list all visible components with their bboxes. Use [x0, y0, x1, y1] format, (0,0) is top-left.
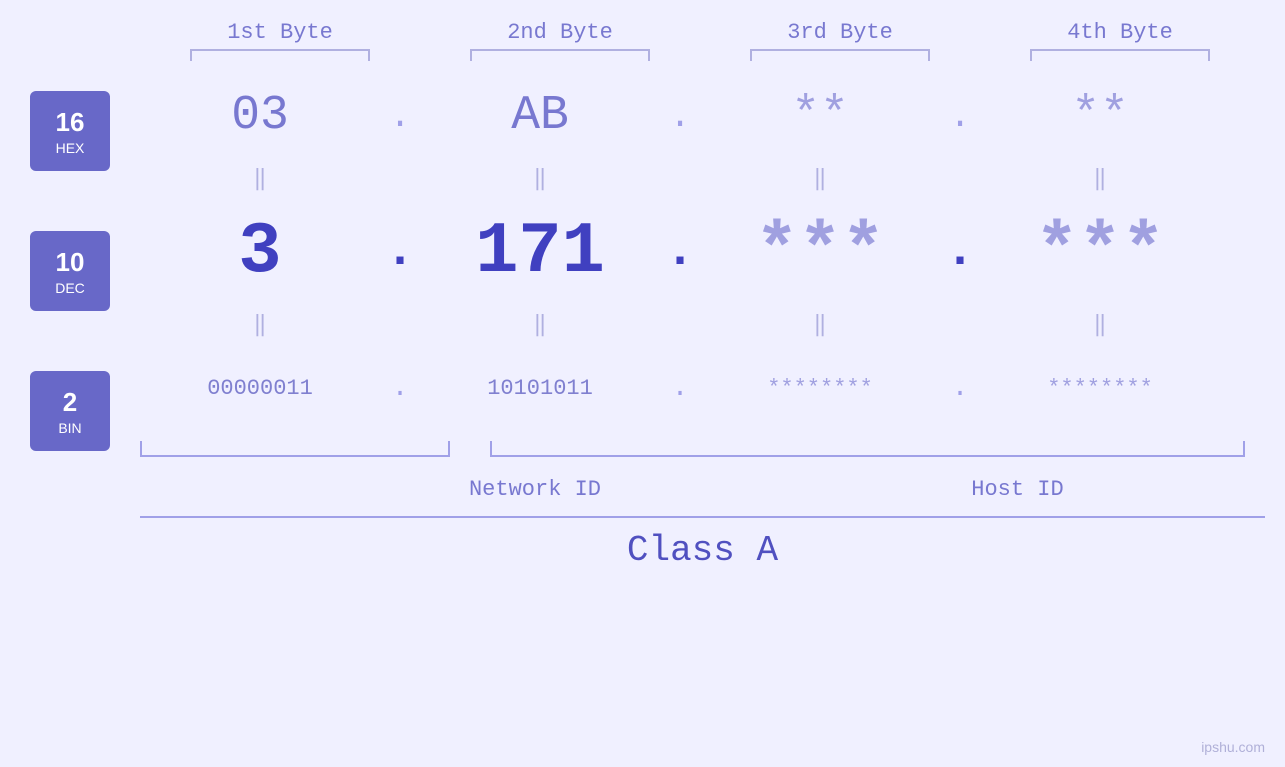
bracket-b3 [750, 49, 930, 61]
bin-sep3: . [952, 373, 969, 404]
hex-sep2: . [669, 96, 691, 137]
equals-row-1: ‖ ‖ ‖ ‖ [140, 161, 1265, 197]
values-area: 03 . AB . ** . ** [140, 71, 1265, 571]
hex-b1: 03 [231, 89, 289, 143]
main-container: 1st Byte 2nd Byte 3rd Byte 4th Byte 16 H… [0, 0, 1285, 767]
bin-sep2: . [672, 373, 689, 404]
hex-b4: ** [1071, 89, 1129, 143]
hex-row: 03 . AB . ** . ** [140, 71, 1265, 161]
bin-b4: ******** [1047, 376, 1153, 401]
bracket-b4 [1030, 49, 1210, 61]
hex-b2: AB [511, 89, 569, 143]
dec-sep3: . [945, 223, 975, 280]
network-id-label: Network ID [300, 477, 770, 502]
dec-badge: 10 DEC [30, 231, 110, 311]
hex-badge: 16 HEX [30, 91, 110, 171]
dec-row: 3 . 171 . *** . *** [140, 197, 1265, 307]
bin-row: 00000011 . 10101011 . ******** . [140, 343, 1265, 433]
bin-label: BIN [58, 420, 81, 436]
header-row: 1st Byte 2nd Byte 3rd Byte 4th Byte [0, 20, 1285, 45]
bin-b3: ******** [767, 376, 873, 401]
hex-b3: ** [791, 89, 849, 143]
network-bracket [140, 441, 450, 457]
top-brackets [0, 49, 1285, 61]
bracket-b1 [190, 49, 370, 61]
id-labels-row: Network ID Host ID [140, 477, 1265, 502]
hex-number: 16 [56, 107, 85, 138]
eq1-b4: ‖ [1093, 166, 1106, 192]
bottom-brackets [140, 441, 1265, 471]
dec-label: DEC [55, 280, 85, 296]
dec-b2: 171 [475, 211, 605, 293]
dec-b4: *** [1035, 211, 1165, 293]
dec-b1: 3 [238, 211, 281, 293]
base-labels-column: 16 HEX 10 DEC 2 BIN [30, 91, 110, 451]
bin-b2: 10101011 [487, 376, 593, 401]
host-id-label: Host ID [770, 477, 1265, 502]
byte1-label: 1st Byte [160, 20, 400, 45]
hex-sep3: . [949, 96, 971, 137]
bin-number: 2 [63, 387, 77, 418]
hex-sep1: . [389, 96, 411, 137]
class-divider [140, 516, 1265, 518]
bin-b1: 00000011 [207, 376, 313, 401]
eq2-b3: ‖ [813, 312, 826, 338]
eq1-b3: ‖ [813, 166, 826, 192]
host-bracket [490, 441, 1245, 457]
bracket-b2 [470, 49, 650, 61]
main-grid: 16 HEX 10 DEC 2 BIN 03 . [0, 71, 1285, 571]
hex-label: HEX [56, 140, 85, 156]
eq2-b4: ‖ [1093, 312, 1106, 338]
equals-row-2: ‖ ‖ ‖ ‖ [140, 307, 1265, 343]
class-label: Class A [627, 530, 778, 571]
watermark: ipshu.com [1201, 739, 1265, 755]
dec-sep1: . [385, 223, 415, 280]
byte4-label: 4th Byte [1000, 20, 1240, 45]
dec-number: 10 [56, 247, 85, 278]
eq2-b2: ‖ [533, 312, 546, 338]
byte3-label: 3rd Byte [720, 20, 960, 45]
bin-badge: 2 BIN [30, 371, 110, 451]
dec-b3: *** [755, 211, 885, 293]
eq1-b1: ‖ [253, 166, 266, 192]
eq1-b2: ‖ [533, 166, 546, 192]
byte2-label: 2nd Byte [440, 20, 680, 45]
dec-sep2: . [665, 223, 695, 280]
eq2-b1: ‖ [253, 312, 266, 338]
bin-sep1: . [392, 373, 409, 404]
